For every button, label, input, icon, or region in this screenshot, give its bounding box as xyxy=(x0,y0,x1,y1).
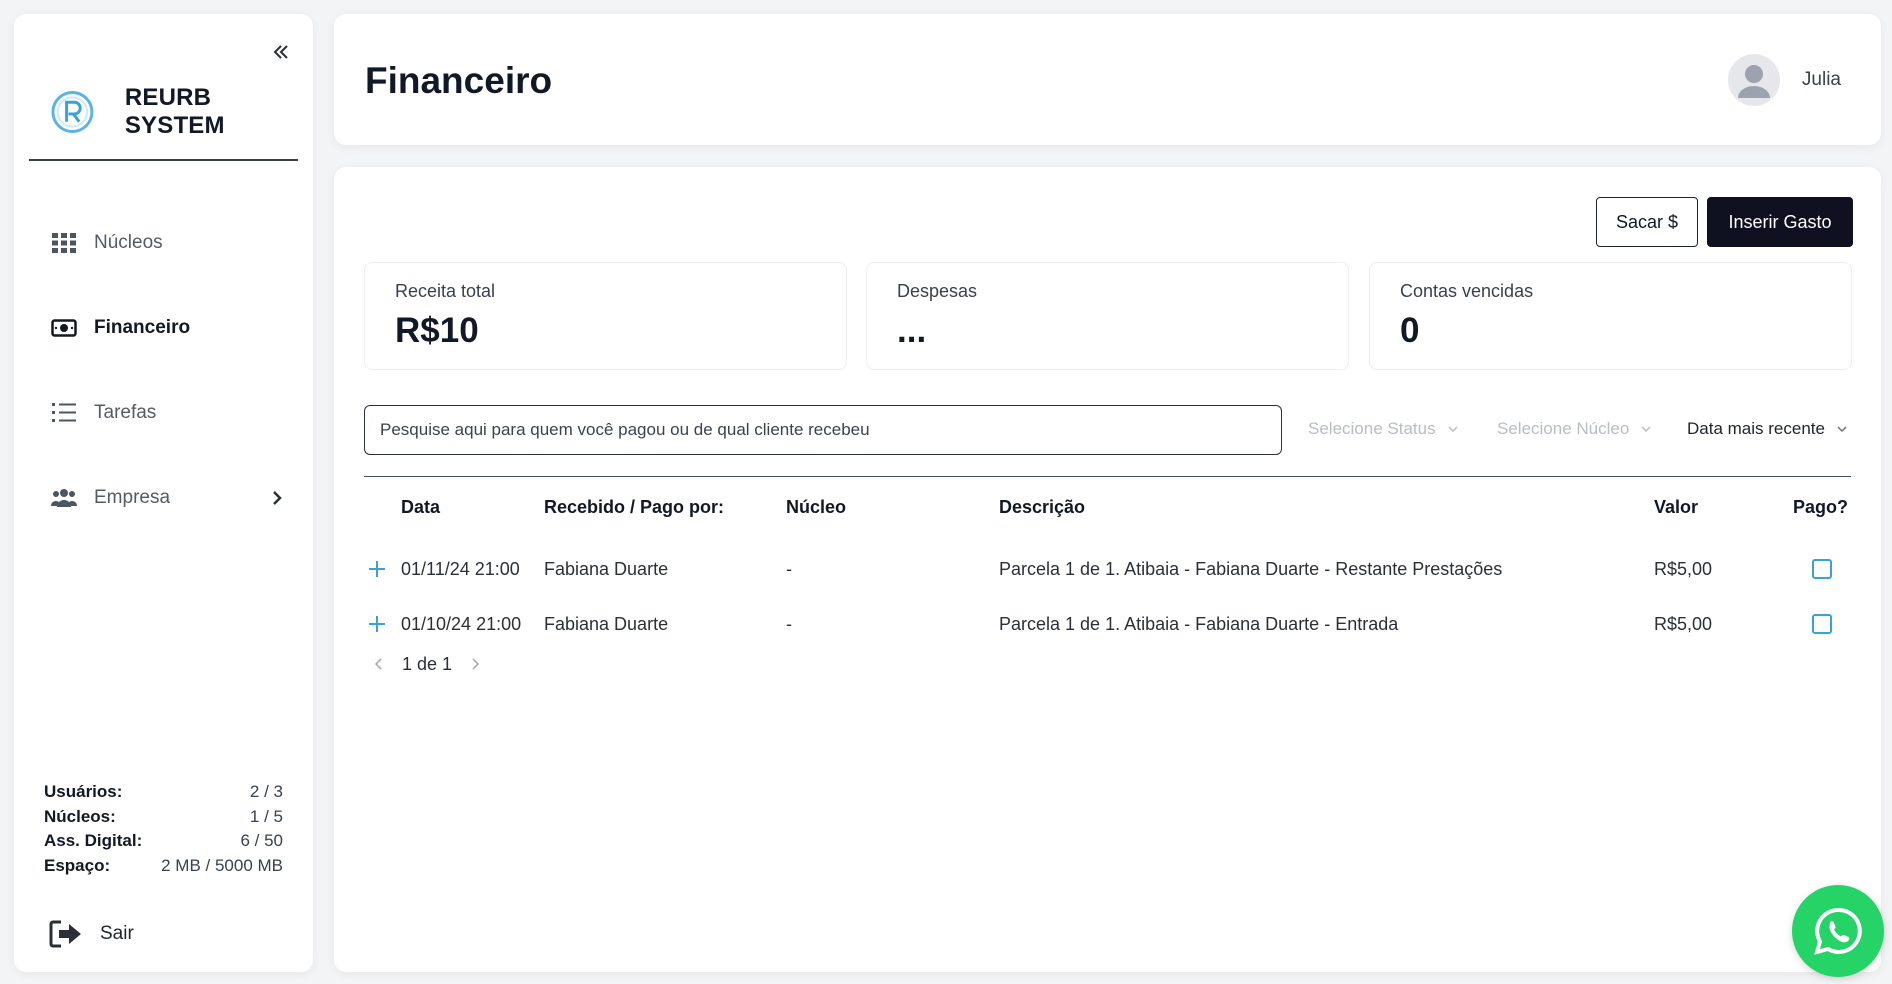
column-header-date: Data xyxy=(401,497,441,517)
column-header-description: Descrição xyxy=(999,497,1086,517)
status-select-value: Selecione Status xyxy=(1308,419,1436,438)
page-header: Financeiro Julia xyxy=(334,14,1881,145)
collapse-sidebar-button[interactable] xyxy=(267,38,295,66)
chevron-right-icon xyxy=(472,658,480,670)
pagination: 1 de 1 xyxy=(368,653,486,675)
cell-value: R$5,00 xyxy=(1654,559,1713,579)
stat-value: ... xyxy=(897,311,927,350)
sidebar-item-nucleos[interactable]: Núcleos xyxy=(14,200,313,285)
sidebar-item-tarefas[interactable]: Tarefas xyxy=(14,370,313,455)
sort-select-value: Data mais recente xyxy=(1687,419,1825,438)
sidebar-item-label: Tarefas xyxy=(94,401,157,423)
double-chevron-left-icon xyxy=(273,45,288,59)
stat-card-total-revenue: Receita total R$10 xyxy=(364,262,847,370)
next-page-button[interactable] xyxy=(464,653,486,675)
insert-expense-button[interactable]: Inserir Gasto xyxy=(1707,197,1853,247)
nucleo-select[interactable]: Selecione Núcleo xyxy=(1497,419,1651,439)
cell-date: 01/11/24 21:00 xyxy=(401,559,520,579)
user-menu[interactable]: Julia xyxy=(1727,54,1841,106)
usage-value: 1 / 5 xyxy=(249,806,283,826)
cell-description: Parcela 1 de 1. Atibaia - Fabiana Duarte… xyxy=(999,559,1503,579)
sort-select[interactable]: Data mais recente xyxy=(1687,419,1847,439)
sidebar-item-label: Núcleos xyxy=(94,231,163,253)
cell-nucleo: - xyxy=(786,559,792,579)
table-row: 01/10/24 21:00 Fabiana Duarte - Parcela … xyxy=(334,604,1881,644)
stat-label: Contas vencidas xyxy=(1400,281,1534,301)
brand-name: REURB SYSTEM xyxy=(124,84,225,139)
reurb-logo-icon xyxy=(51,91,94,133)
usage-row-users: Usuários: 2 / 3 xyxy=(44,780,283,805)
page-title: Financeiro xyxy=(365,60,553,101)
usage-value: 2 MB / 5000 MB xyxy=(161,855,283,875)
logout-button[interactable]: Sair xyxy=(48,916,134,952)
sidebar-nav: Núcleos Financeiro Tarefas Empresa xyxy=(14,200,313,540)
cell-value: R$5,00 xyxy=(1654,614,1713,634)
cell-description: Parcela 1 de 1. Atibaia - Fabiana Duarte… xyxy=(999,614,1399,634)
chevron-down-icon xyxy=(1641,426,1651,432)
stat-value: 0 xyxy=(1400,311,1420,350)
chevron-down-icon xyxy=(1448,426,1458,432)
user-name: Julia xyxy=(1801,69,1841,90)
usage-label: Espaço: xyxy=(44,855,111,875)
usage-label: Usuários: xyxy=(44,782,123,801)
sidebar-item-empresa[interactable]: Empresa xyxy=(14,455,313,540)
usage-label: Núcleos: xyxy=(44,806,116,826)
whatsapp-chat-button[interactable] xyxy=(1792,885,1884,977)
brand[interactable]: REURB SYSTEM xyxy=(50,84,313,140)
paid-checkbox[interactable] xyxy=(1812,559,1832,579)
expand-row-plus-icon[interactable] xyxy=(366,613,388,635)
sidebar: REURB SYSTEM Núcleos Financeiro Tarefas … xyxy=(14,14,313,972)
expand-row-plus-icon[interactable] xyxy=(366,558,388,580)
users-icon xyxy=(50,484,78,512)
plan-usage: Usuários: 2 / 3 Núcleos: 1 / 5 Ass. Digi… xyxy=(44,780,283,878)
cell-payer: Fabiana Duarte xyxy=(544,559,669,579)
usage-value: 6 / 50 xyxy=(240,831,283,850)
usage-label: Ass. Digital: xyxy=(44,831,143,850)
usage-row-nucleos: Núcleos: 1 / 5 xyxy=(44,805,283,830)
stat-label: Receita total xyxy=(395,281,496,301)
logout-label: Sair xyxy=(100,923,134,944)
chevron-left-icon xyxy=(375,658,382,670)
avatar xyxy=(1727,54,1780,106)
chevron-down-icon xyxy=(1837,426,1847,432)
column-header-value: Valor xyxy=(1654,497,1699,517)
chevron-right-icon xyxy=(273,490,282,505)
finance-panel: Sacar $ Inserir Gasto Receita total R$10… xyxy=(334,167,1881,972)
usage-value: 2 / 3 xyxy=(249,782,283,801)
withdraw-button[interactable]: Sacar $ xyxy=(1596,197,1698,247)
stat-label: Despesas xyxy=(897,281,978,301)
sidebar-item-label: Empresa xyxy=(94,486,171,508)
brand-divider xyxy=(29,159,298,161)
stat-value: R$10 xyxy=(395,311,479,350)
money-icon xyxy=(50,314,78,342)
grid-icon xyxy=(50,229,78,257)
sidebar-item-label: Financeiro xyxy=(94,316,191,338)
cell-payer: Fabiana Duarte xyxy=(544,614,669,634)
page-indicator: 1 de 1 xyxy=(402,653,453,674)
stat-card-expenses: Despesas ... xyxy=(866,262,1349,370)
column-header-paid: Pago? xyxy=(1793,497,1849,517)
usage-row-digital-signature: Ass. Digital: 6 / 50 xyxy=(44,829,283,854)
usage-row-storage: Espaço: 2 MB / 5000 MB xyxy=(44,854,283,879)
whatsapp-icon xyxy=(1814,907,1862,955)
numbered-list-icon xyxy=(50,399,78,427)
column-header-nucleo: Núcleo xyxy=(786,497,847,517)
table-divider xyxy=(364,476,1851,477)
user-avatar-icon xyxy=(1737,65,1770,98)
cell-nucleo: - xyxy=(786,614,792,634)
sidebar-item-financeiro[interactable]: Financeiro xyxy=(14,285,313,370)
paid-checkbox[interactable] xyxy=(1812,614,1832,634)
table-row: 01/11/24 21:00 Fabiana Duarte - Parcela … xyxy=(334,549,1881,589)
nucleo-select-value: Selecione Núcleo xyxy=(1497,419,1630,438)
search-input[interactable] xyxy=(364,405,1282,455)
column-header-payer: Recebido / Pago por: xyxy=(544,497,725,517)
previous-page-button[interactable] xyxy=(368,653,390,675)
cell-date: 01/10/24 21:00 xyxy=(401,614,522,634)
sign-out-icon xyxy=(48,916,84,952)
stat-card-overdue-bills: Contas vencidas 0 xyxy=(1369,262,1852,370)
status-select[interactable]: Selecione Status xyxy=(1308,419,1458,439)
